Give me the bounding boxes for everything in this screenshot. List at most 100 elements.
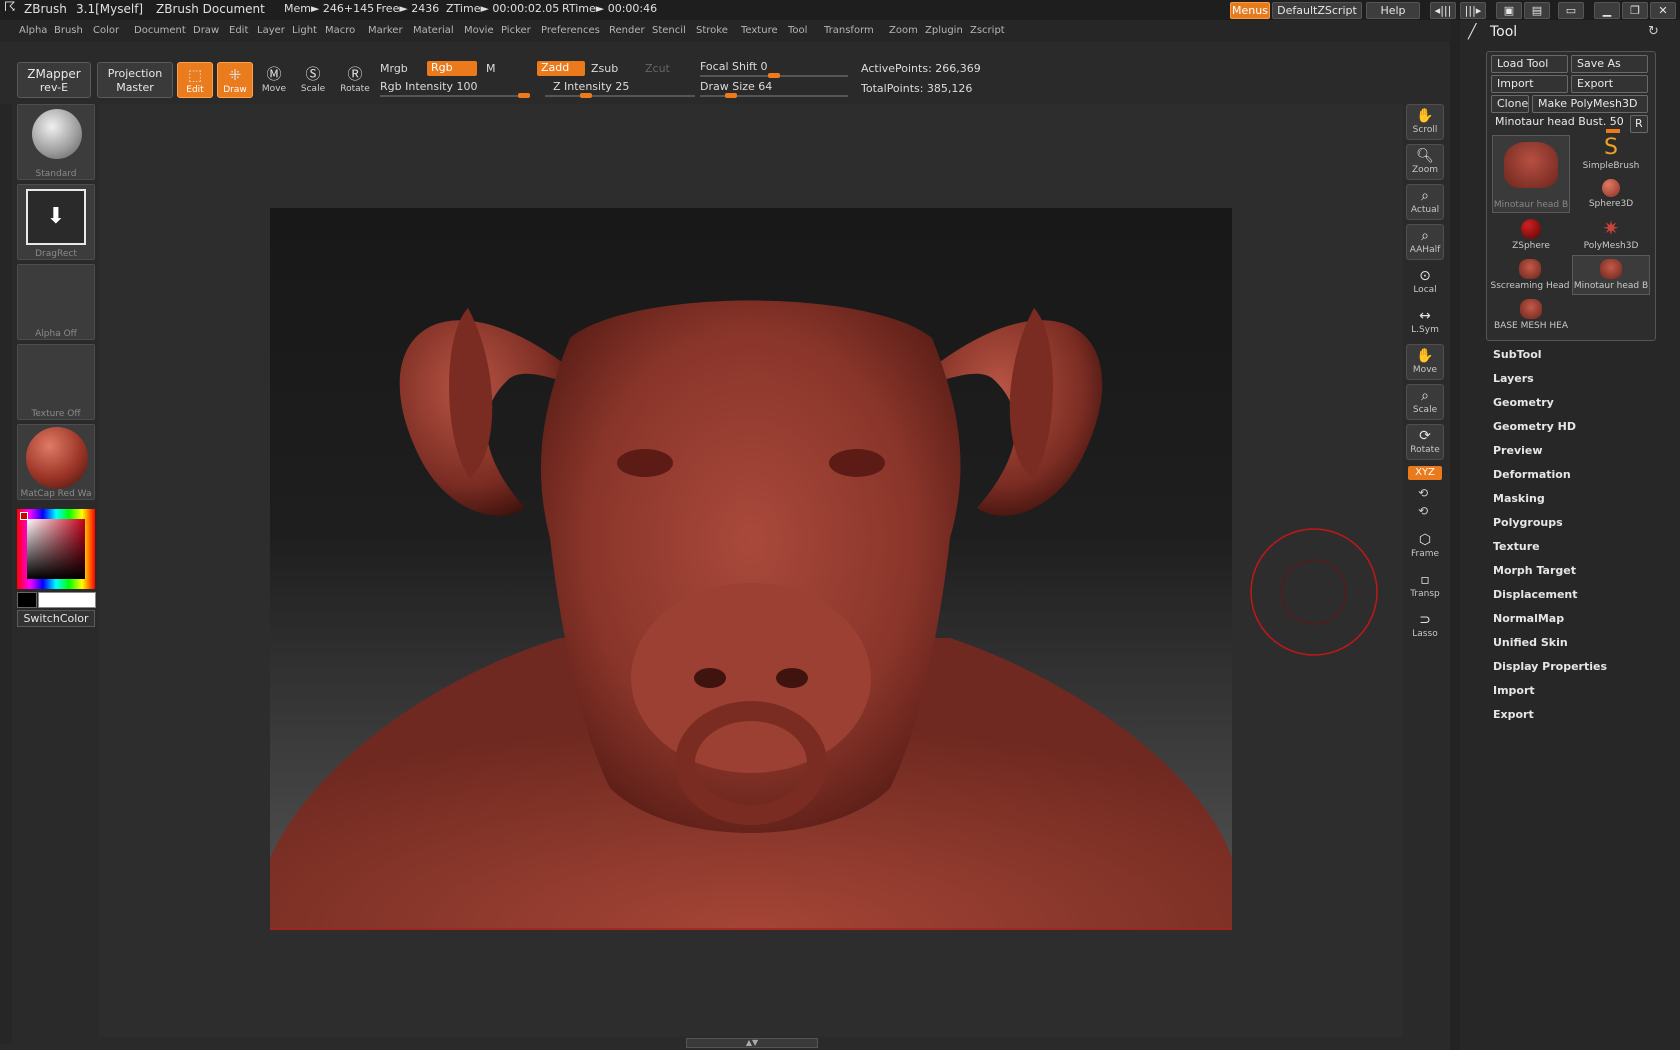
left-tray-edge[interactable] — [0, 104, 12, 1044]
menu-layer[interactable]: Layer — [257, 25, 285, 36]
shrink-ui-icon[interactable]: ◂||| — [1430, 2, 1456, 19]
scroll-button[interactable]: ✋ Scroll — [1406, 104, 1444, 140]
section-preview[interactable]: Preview — [1493, 444, 1543, 457]
lasso-button[interactable]: ⊃ Lasso — [1406, 608, 1444, 644]
rgb-toggle[interactable]: Rgb — [427, 61, 477, 76]
menu-light[interactable]: Light — [292, 25, 317, 36]
menu-stencil[interactable]: Stencil — [652, 25, 686, 36]
menu-document[interactable]: Document — [134, 25, 186, 36]
secondary-color-swatch[interactable] — [17, 592, 37, 608]
section-masking[interactable]: Masking — [1493, 492, 1545, 505]
rgb-intensity-slider[interactable] — [380, 95, 530, 97]
frame-button[interactable]: ⬡ Frame — [1406, 528, 1444, 564]
save-as-button[interactable]: Save As — [1571, 55, 1648, 73]
menu-zscript[interactable]: Zscript — [970, 25, 1005, 36]
alpha-selector[interactable]: Alpha Off — [17, 264, 95, 340]
section-layers[interactable]: Layers — [1493, 372, 1534, 385]
zsub-toggle[interactable]: Zsub — [591, 62, 618, 75]
section-display-properties[interactable]: Display Properties — [1493, 660, 1607, 673]
layout-alt-icon[interactable]: ▤ — [1524, 2, 1550, 19]
material-selector[interactable]: MatCap Red Wa — [17, 424, 95, 500]
tool-tile-minotaur-2[interactable]: Minotaur head B — [1572, 255, 1650, 295]
load-tool-button[interactable]: Load Tool — [1491, 55, 1568, 73]
bottom-tray-handle[interactable]: ▲▼ — [686, 1038, 818, 1048]
clone-button[interactable]: Clone — [1491, 95, 1529, 113]
z-intensity-knob[interactable] — [579, 93, 592, 98]
right-tray-edge[interactable] — [1450, 20, 1460, 1050]
m-toggle[interactable]: M — [486, 62, 496, 75]
rotate-nav-button[interactable]: ⟳ Rotate — [1406, 424, 1444, 460]
save-ui-icon[interactable]: ▭ — [1558, 2, 1584, 19]
palette-pin-icon[interactable]: ╱ — [1468, 24, 1476, 40]
section-geometry[interactable]: Geometry — [1493, 396, 1554, 409]
texture-selector[interactable]: Texture Off — [17, 344, 95, 420]
menu-alpha[interactable]: Alpha — [19, 25, 47, 36]
draw-tool[interactable]: ⁜ Draw — [217, 62, 253, 98]
section-texture[interactable]: Texture — [1493, 540, 1540, 553]
section-displacement[interactable]: Displacement — [1493, 588, 1578, 601]
menu-render[interactable]: Render — [609, 25, 645, 36]
menus-button[interactable]: Menus — [1230, 2, 1270, 19]
reset-icon[interactable]: ↻ — [1648, 24, 1659, 39]
aahalf-button[interactable]: ⌕ AAHalf — [1406, 224, 1444, 260]
import-button[interactable]: Import — [1491, 75, 1568, 93]
menu-transform[interactable]: Transform — [824, 25, 874, 36]
local-button[interactable]: ⊙ Local — [1406, 264, 1444, 300]
section-import[interactable]: Import — [1493, 684, 1535, 697]
menu-preferences[interactable]: Preferences — [541, 25, 600, 36]
close-icon[interactable]: ✕ — [1650, 2, 1676, 19]
menu-color[interactable]: Color — [93, 25, 119, 36]
edit-tool[interactable]: ⬚ Edit — [177, 62, 213, 98]
draw-size-slider[interactable] — [700, 95, 848, 97]
mrgb-toggle[interactable]: Mrgb — [380, 62, 408, 75]
menu-movie[interactable]: Movie — [464, 25, 494, 36]
section-export[interactable]: Export — [1493, 708, 1534, 721]
r-button[interactable]: R — [1630, 115, 1648, 133]
scale-nav-button[interactable]: ⌕ Scale — [1406, 384, 1444, 420]
sculpt-model[interactable] — [270, 208, 1232, 930]
tool-tile-zsphere[interactable]: ZSphere — [1492, 215, 1570, 255]
zadd-toggle[interactable]: Zadd — [537, 61, 585, 76]
zoom-button[interactable]: 🔍︎ Zoom — [1406, 144, 1444, 180]
scale-tool[interactable]: Ⓢ Scale — [295, 62, 331, 98]
rotate-y-icon[interactable]: ⟲ — [1418, 486, 1428, 500]
xyz-toggle[interactable]: XYZ — [1408, 466, 1442, 480]
focal-shift-knob[interactable] — [768, 73, 780, 78]
z-intensity-slider[interactable] — [545, 95, 695, 97]
actual-button[interactable]: ⌕ Actual — [1406, 184, 1444, 220]
make-polymesh-button[interactable]: Make PolyMesh3D — [1532, 95, 1648, 113]
switch-color-button[interactable]: SwitchColor — [17, 610, 95, 627]
section-unified-skin[interactable]: Unified Skin — [1493, 636, 1568, 649]
lsym-button[interactable]: ↔ L.Sym — [1406, 304, 1444, 340]
menu-edit[interactable]: Edit — [229, 25, 248, 36]
tool-tile-base-mesh[interactable]: BASE MESH HEA — [1492, 295, 1570, 335]
menu-zplugin[interactable]: Zplugin — [925, 25, 963, 36]
tool-tile-sphere3d[interactable]: Sphere3D — [1572, 175, 1650, 215]
rotate-tool[interactable]: Ⓡ Rotate — [337, 62, 373, 98]
tool-tile-polymesh3d[interactable]: ✷ PolyMesh3D — [1572, 215, 1650, 255]
menu-zoom[interactable]: Zoom — [889, 25, 918, 36]
zmapper-button[interactable]: ZMapper rev-E — [17, 62, 91, 98]
move-tool[interactable]: Ⓜ Move — [256, 62, 292, 98]
saturation-square[interactable] — [27, 519, 85, 579]
section-deformation[interactable]: Deformation — [1493, 468, 1571, 481]
zcut-toggle[interactable]: Zcut — [645, 62, 670, 75]
color-picker[interactable] — [17, 509, 95, 589]
menu-draw[interactable]: Draw — [193, 25, 219, 36]
tool-tile-minotaur[interactable]: Minotaur head B — [1492, 135, 1570, 213]
minimize-icon[interactable]: ▁ — [1594, 2, 1620, 19]
menu-brush[interactable]: Brush — [54, 25, 83, 36]
menu-picker[interactable]: Picker — [501, 25, 531, 36]
tool-tile-simplebrush[interactable]: S SimpleBrush — [1572, 135, 1650, 175]
default-zscript-button[interactable]: DefaultZScript — [1272, 2, 1362, 19]
layout-icon[interactable]: ▣ — [1496, 2, 1522, 19]
move-nav-button[interactable]: ✋ Move — [1406, 344, 1444, 380]
menu-tool[interactable]: Tool — [788, 25, 807, 36]
main-color-swatch[interactable] — [38, 592, 96, 608]
canvas[interactable] — [270, 208, 1232, 930]
section-normalmap[interactable]: NormalMap — [1493, 612, 1564, 625]
section-geometry-hd[interactable]: Geometry HD — [1493, 420, 1576, 433]
draw-size-knob[interactable] — [725, 93, 738, 98]
transp-button[interactable]: ▫ Transp — [1406, 568, 1444, 604]
rgb-intensity-knob[interactable] — [518, 93, 530, 98]
